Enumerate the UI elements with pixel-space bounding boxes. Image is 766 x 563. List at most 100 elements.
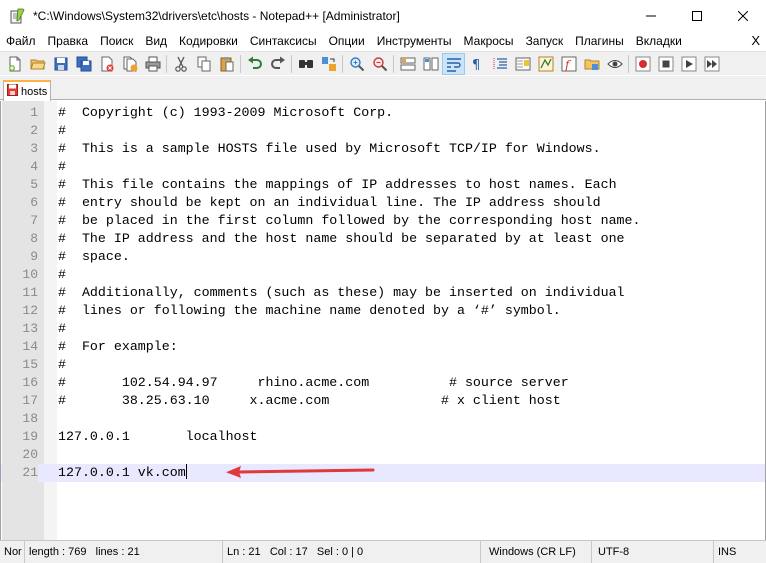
line-text: # Additionally, comments (such as these)… [58,285,625,300]
redo-icon[interactable] [266,53,289,75]
menu-encoding[interactable]: Кодировки [173,31,244,51]
menu-plugins[interactable]: Плагины [569,31,630,51]
status-eol[interactable]: Windows (CR LF) [485,541,592,563]
play-macro-icon[interactable] [677,53,700,75]
menu-window[interactable]: Вкладки [630,31,688,51]
doc-map-icon[interactable] [511,53,534,75]
stop-macro-icon[interactable] [654,53,677,75]
close-icon[interactable] [95,53,118,75]
line-text: # This file contains the mappings of IP … [58,177,617,192]
code-line[interactable]: 16 # 102.54.94.97 rhino.acme.com # source… [1,374,765,392]
line-text: 127.0.0.1 localhost [58,429,258,444]
menu-search[interactable]: Поиск [94,31,139,51]
minimize-button[interactable] [628,0,674,31]
monitor-icon[interactable] [580,53,603,75]
menu-macro[interactable]: Макросы [458,31,520,51]
paste-icon[interactable] [215,53,238,75]
undo-icon[interactable] [243,53,266,75]
code-line[interactable]: 18 [1,410,765,428]
status-language[interactable]: Nor [0,541,25,563]
line-number: 11 [22,285,38,300]
open-file-icon[interactable] [26,53,49,75]
menu-tools[interactable]: Инструменты [371,31,458,51]
menu-view[interactable]: Вид [139,31,173,51]
line-number: 1 [30,105,38,120]
line-number: 13 [22,321,38,336]
tab-bar: hosts [0,76,766,101]
code-line[interactable]: 11 # Additionally, comments (such as thes… [1,284,765,302]
code-line[interactable]: 15 # [1,356,765,374]
toolbar-separator [628,54,629,73]
text-caret [185,464,187,479]
close-document-button[interactable]: X [751,31,760,51]
code-line[interactable]: 3 # This is a sample HOSTS file used by M… [1,140,765,158]
line-number: 20 [22,447,38,462]
find-icon[interactable] [294,53,317,75]
menu-run[interactable]: Запуск [520,31,570,51]
code-line[interactable]: 7 # be placed in the first column followe… [1,212,765,230]
replace-icon[interactable] [317,53,340,75]
code-line[interactable]: 8 # The IP address and the host name shou… [1,230,765,248]
code-line[interactable]: 2 # [1,122,765,140]
status-insert-mode[interactable]: INS [714,541,766,563]
sync-vertical-icon[interactable] [396,53,419,75]
copy-icon[interactable] [192,53,215,75]
code-line[interactable]: 14 # For example: [1,338,765,356]
line-number: 7 [30,213,38,228]
current-code-line[interactable]: 21 127.0.0.1 vk.com [1,464,765,482]
line-text: # [58,267,66,282]
status-position: Ln : 21 Col : 17 Sel : 0 | 0 [223,541,481,563]
line-number: 2 [30,123,38,138]
sync-horizontal-icon[interactable] [419,53,442,75]
line-number: 6 [30,195,38,210]
play-multiple-icon[interactable] [700,53,723,75]
zoom-out-icon[interactable] [368,53,391,75]
code-line[interactable]: 6 # entry should be kept on an individual… [1,194,765,212]
line-number: 16 [22,375,38,390]
save-all-icon[interactable] [72,53,95,75]
eye-icon[interactable] [603,53,626,75]
menu-language[interactable]: Синтаксисы [244,31,323,51]
close-all-icon[interactable] [118,53,141,75]
line-text: # 38.25.63.10 x.acme.com # x client host [58,393,561,408]
show-all-chars-icon[interactable]: ¶ [465,53,488,75]
new-file-icon[interactable] [3,53,26,75]
code-line[interactable]: 10 # [1,266,765,284]
close-window-button[interactable] [720,0,766,31]
save-icon[interactable] [49,53,72,75]
indent-guide-icon[interactable] [488,53,511,75]
function-list-icon[interactable] [534,53,557,75]
unsaved-file-icon [7,84,18,99]
cut-icon[interactable] [169,53,192,75]
code-line[interactable]: 17 # 38.25.63.10 x.acme.com # x client ho… [1,392,765,410]
editor[interactable]: 1 # Copyright (c) 1993-2009 Microsoft Cor… [0,101,766,540]
zoom-in-icon[interactable] [345,53,368,75]
status-encoding[interactable]: UTF-8 [594,541,714,563]
line-text: # For example: [58,339,178,354]
toolbar-separator [342,54,343,73]
code-line[interactable]: 19 127.0.0.1 localhost [1,428,765,446]
line-number: 5 [30,177,38,192]
tab-hosts[interactable]: hosts [3,80,51,101]
folder-workspace-icon[interactable]: f [557,53,580,75]
word-wrap-icon[interactable] [442,52,465,75]
code-line[interactable]: 4 # [1,158,765,176]
record-macro-icon[interactable] [631,53,654,75]
status-ln: Ln : 21 [227,546,261,558]
line-text: # This is a sample HOSTS file used by Mi… [58,141,601,156]
line-text: # [58,123,66,138]
status-length: length : 769 [29,546,87,558]
code-line[interactable]: 9 # space. [1,248,765,266]
maximize-button[interactable] [674,0,720,31]
menu-file[interactable]: Файл [0,31,42,51]
window-title: *C:\Windows\System32\drivers\etc\hosts -… [33,8,400,23]
print-icon[interactable] [141,53,164,75]
code-line[interactable]: 1 # Copyright (c) 1993-2009 Microsoft Cor… [1,104,765,122]
toolbar: ¶ f [0,51,766,75]
code-line[interactable]: 13 # [1,320,765,338]
code-line[interactable]: 5 # This file contains the mappings of IP… [1,176,765,194]
code-line[interactable]: 20 [1,446,765,464]
menu-edit[interactable]: Правка [42,31,95,51]
code-line[interactable]: 12 # lines or following the machine name … [1,302,765,320]
menu-settings[interactable]: Опции [323,31,371,51]
